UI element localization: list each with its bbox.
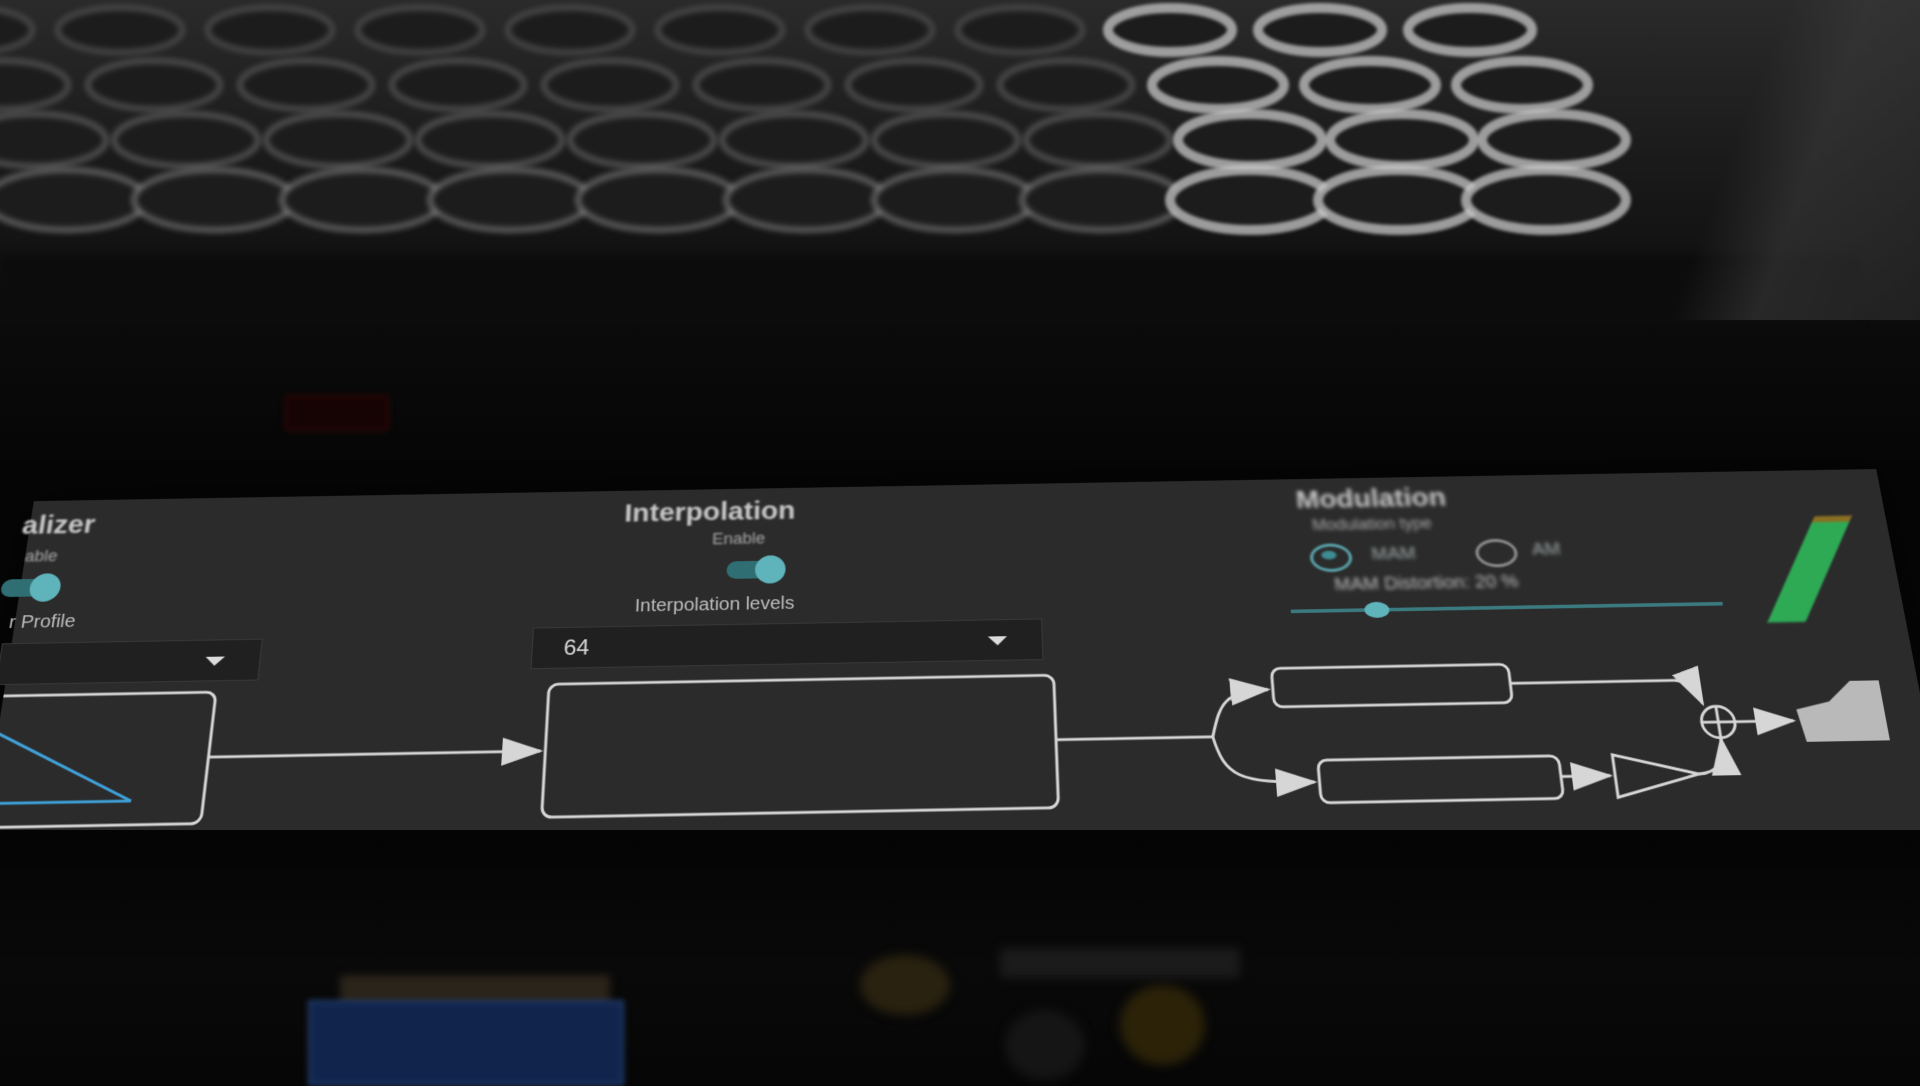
keypad-button [237,58,375,112]
keypad-button [955,5,1085,55]
keypad-button [1403,3,1537,57]
keypad-button [871,111,1021,169]
keypad-button [389,58,527,112]
keypad-button [1147,56,1289,114]
sdr-control-panel: alizer able r Profile Interpolation Enab… [0,469,1920,866]
keypad-button [427,167,593,233]
keypad-button [719,111,869,169]
arrow-to-interpolation [208,751,540,757]
keypad-button [1103,3,1237,57]
keypad-button [655,5,785,55]
keypad-button [263,111,413,169]
keypad-button [111,111,261,169]
keypad-button [845,58,983,112]
arrow-to-summer-lower [1694,739,1727,774]
keypad-button [415,111,565,169]
keypad-button [279,167,445,233]
keypad-button [805,5,935,55]
arrow-to-summer-upper [1510,680,1702,707]
keypad-button [0,58,71,112]
keypad-button [1253,3,1387,57]
signal-chain-diagram [0,469,1920,866]
keypad-button [1019,167,1185,233]
keypad-button [1299,56,1441,114]
upper-branch-block [1271,664,1512,707]
keypad-button [575,167,741,233]
capacitor [860,955,950,1015]
capacitor [1005,1010,1085,1080]
keypad-button [1325,109,1479,171]
keypad-button [567,111,717,169]
keypad-button [871,167,1037,233]
keypad-button [505,5,635,55]
keypad-button [55,5,185,55]
device-board-area [0,830,1920,1080]
equalizer-baseline [0,801,131,804]
keypad-button [205,5,335,55]
keypad-button [997,58,1135,112]
arrow-to-amplifier [1561,776,1610,777]
equalizer-plot-box [0,692,216,828]
keypad-button [541,58,679,112]
equalizer-curve [0,721,141,804]
arrow-lower-branch [1213,735,1315,784]
amplifier-triangle [1612,753,1702,797]
device-edge [1620,0,1920,320]
keypad-button [1451,56,1593,114]
keypad-button [1477,109,1631,171]
keypad-button [131,167,297,233]
keypad-button [355,5,485,55]
keypad-button [1165,165,1335,235]
keypad-button [1173,109,1327,171]
interpolation-block [542,675,1059,817]
keypad-base [0,255,1860,325]
arrow-upper-branch [1210,690,1272,737]
red-indicator [285,395,389,431]
keypad-button [0,167,149,233]
split-line [1056,737,1213,740]
keypad-button [85,58,223,112]
capacitor [1120,985,1205,1065]
output-antenna-icon [1791,680,1890,742]
lower-branch-block [1318,756,1564,803]
keypad-button [693,58,831,112]
keypad-button [0,7,35,53]
vga-connector [308,1000,624,1086]
panel-background: alizer able r Profile Interpolation Enab… [0,469,1920,866]
keypad-button [0,111,109,169]
keypad-button [723,167,889,233]
keypad-button [1023,111,1173,169]
component-block [1000,948,1240,978]
keypad-button [1313,165,1483,235]
arrow-to-output [1735,721,1793,722]
keypad-button [1461,165,1631,235]
